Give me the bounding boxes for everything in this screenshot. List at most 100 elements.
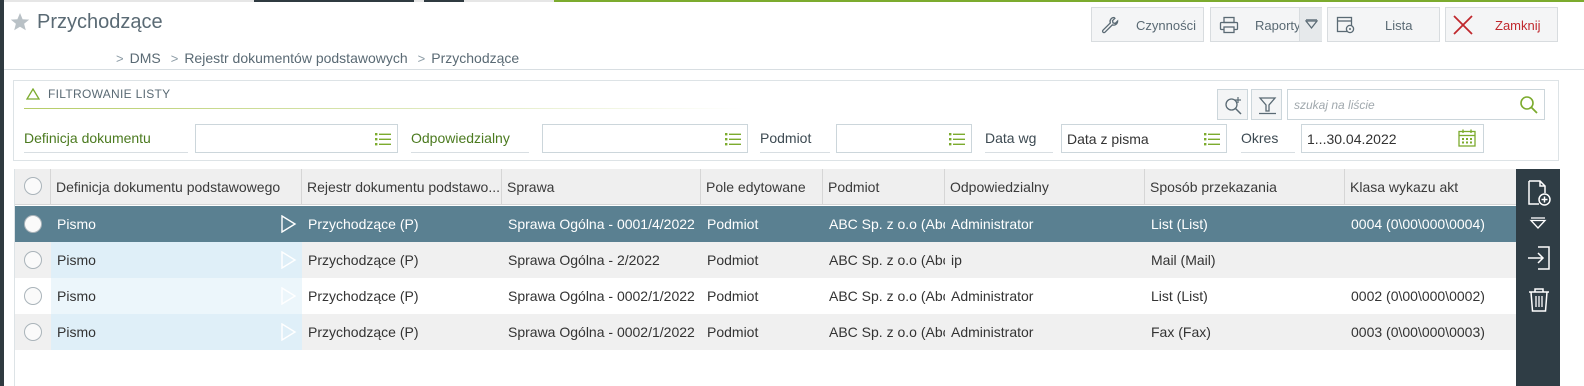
breadcrumb-item-register[interactable]: Rejestr dokumentów podstawowych: [184, 50, 407, 66]
import-button[interactable]: [1516, 239, 1560, 275]
date-by-label: Data wg: [985, 129, 1053, 153]
funnel-clear-icon: [1258, 97, 1277, 115]
row-select-radio[interactable]: [24, 215, 42, 233]
definition-label: Definicja dokumentu: [24, 129, 188, 153]
column-header-responsible[interactable]: Odpowiedzialny: [945, 169, 1145, 205]
close-button[interactable]: Zamknij: [1445, 7, 1558, 42]
list-icon[interactable]: [724, 131, 742, 147]
subject-label: Podmiot: [760, 129, 830, 153]
list-icon[interactable]: [374, 131, 392, 147]
column-header-definition[interactable]: Definicja dokumentu podstawowego: [51, 169, 302, 205]
documents-table: Definicja dokumentu podstawowego Rejestr…: [14, 169, 1517, 386]
column-header-subject[interactable]: Podmiot: [823, 169, 945, 205]
cell-edited-field: Podmiot: [707, 216, 759, 232]
wrench-icon: [1101, 16, 1119, 34]
breadcrumb-item-current[interactable]: Przychodzące: [431, 50, 519, 66]
breadcrumb-item-dms[interactable]: DMS: [130, 50, 161, 66]
column-header-file-class[interactable]: Klasa wykazu akt: [1345, 169, 1517, 205]
row-select-radio[interactable]: [24, 251, 42, 269]
actions-button-label: Czynności: [1136, 18, 1196, 33]
calendar-icon[interactable]: [1458, 129, 1476, 147]
add-document-icon: [1528, 180, 1551, 206]
clear-filter-button[interactable]: [1251, 89, 1282, 120]
period-label: Okres: [1241, 129, 1295, 153]
responsible-field[interactable]: [542, 124, 748, 153]
play-icon[interactable]: [279, 287, 297, 305]
table-row[interactable]: Pismo Przychodzące (P) Sprawa Ogólna - 0…: [15, 206, 1517, 242]
search-plus-icon: [1225, 97, 1242, 115]
triangle-down-icon: [1529, 217, 1547, 229]
cell-responsible: ip: [951, 252, 962, 268]
filter-head-underline: [24, 108, 744, 109]
select-all-cell: [15, 169, 51, 205]
cell-delivery: List (List): [1151, 288, 1208, 304]
search-input[interactable]: [1288, 90, 1513, 119]
cell-edited-field: Podmiot: [707, 288, 759, 304]
column-header-edited-field[interactable]: Pole edytowane: [701, 169, 823, 205]
list-icon[interactable]: [948, 131, 966, 147]
cell-definition: Pismo: [51, 314, 302, 350]
select-all-radio[interactable]: [24, 177, 42, 195]
list-button-label: Lista: [1385, 18, 1413, 33]
cell-file-class: 0002 (0\00\000\0002): [1351, 288, 1485, 304]
responsible-label: Odpowiedzialny: [411, 129, 529, 153]
table-row[interactable]: Pismo Przychodzące (P) Sprawa Ogólna - 2…: [15, 242, 1517, 278]
cell-definition: Pismo: [51, 278, 302, 314]
definition-field[interactable]: [195, 124, 398, 153]
period-field[interactable]: 1...30.04.2022: [1301, 124, 1484, 153]
printer-icon: [1219, 16, 1239, 34]
trash-icon: [1529, 288, 1549, 312]
cell-responsible: Administrator: [951, 324, 1034, 340]
cell-case: Sprawa Ogólna - 0001/4/2022: [508, 216, 695, 232]
list-button[interactable]: Lista: [1327, 7, 1440, 42]
cell-case: Sprawa Ogólna - 0002/1/2022: [508, 324, 695, 340]
zoom-filter-button[interactable]: [1217, 89, 1248, 120]
cell-delivery: Mail (Mail): [1151, 252, 1216, 268]
row-select-radio[interactable]: [24, 323, 42, 341]
list-icon[interactable]: [1203, 131, 1221, 147]
play-icon[interactable]: [279, 215, 297, 233]
row-select-radio[interactable]: [24, 287, 42, 305]
header-divider: [4, 69, 1584, 70]
cell-file-class: 0003 (0\00\000\0003): [1351, 324, 1485, 340]
reports-button[interactable]: Raporty: [1210, 7, 1322, 42]
delete-button[interactable]: [1516, 281, 1560, 317]
column-header-case[interactable]: Sprawa: [502, 169, 701, 205]
actions-button[interactable]: Czynności: [1091, 7, 1204, 42]
search-icon[interactable]: [1519, 95, 1539, 115]
breadcrumb-separator: >: [116, 50, 124, 66]
page-title: Przychodzące: [37, 11, 163, 33]
reports-dropdown-toggle[interactable]: [1299, 8, 1322, 41]
top-accent-bar: [4, 0, 1584, 2]
subject-field[interactable]: [836, 124, 972, 153]
add-options-dropdown[interactable]: [1516, 213, 1560, 235]
cell-register: Przychodzące (P): [308, 324, 419, 340]
reports-button-label: Raporty: [1255, 18, 1301, 33]
column-header-register[interactable]: Rejestr dokumentu podstawo...: [302, 169, 502, 205]
table-row[interactable]: Pismo Przychodzące (P) Sprawa Ogólna - 0…: [15, 314, 1517, 350]
date-by-field[interactable]: Data z pisma: [1061, 124, 1227, 153]
search-box: [1287, 89, 1545, 120]
play-icon[interactable]: [279, 251, 297, 269]
table-header: Definicja dokumentu podstawowego Rejestr…: [15, 169, 1517, 205]
cell-subject: ABC Sp. z o.o (Abc): [829, 252, 945, 268]
breadcrumb-separator: >: [417, 50, 426, 66]
cell-definition: Pismo: [57, 216, 96, 232]
table-row[interactable]: Pismo Przychodzące (P) Sprawa Ogólna - 0…: [15, 278, 1517, 314]
cell-responsible: Administrator: [951, 288, 1034, 304]
cell-edited-field: Podmiot: [707, 324, 759, 340]
cell-responsible: Administrator: [951, 216, 1034, 232]
play-icon[interactable]: [279, 323, 297, 341]
cell-subject: ABC Sp. z o.o (Abc): [829, 288, 945, 304]
filter-toggle[interactable]: FILTROWANIE LISTY: [26, 87, 170, 101]
import-icon: [1528, 246, 1550, 270]
add-document-button[interactable]: [1516, 173, 1560, 213]
cell-subject: ABC Sp. z o.o (Abc): [829, 324, 945, 340]
close-button-label: Zamknij: [1495, 18, 1541, 33]
star-icon[interactable]: [10, 12, 30, 32]
column-header-delivery[interactable]: Sposób przekazania: [1145, 169, 1345, 205]
filter-panel: FILTROWANIE LISTY Definicja dokumentu: [13, 80, 1559, 161]
close-x-icon: [1453, 15, 1473, 35]
cell-subject: ABC Sp. z o.o (Abc): [829, 216, 945, 232]
cell-file-class: 0004 (0\00\000\0004): [1351, 216, 1485, 232]
